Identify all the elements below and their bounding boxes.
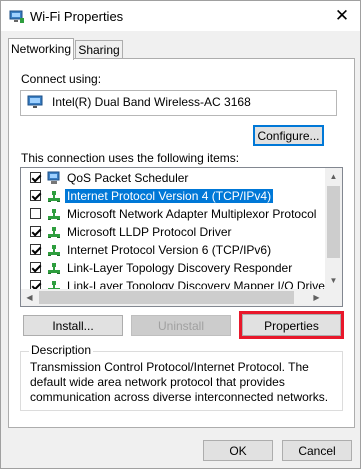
- horizontal-scroll-thumb[interactable]: [39, 291, 294, 304]
- item-label: Link-Layer Topology Discovery Responder: [67, 261, 293, 275]
- ok-button[interactable]: OK: [203, 440, 273, 461]
- list-item[interactable]: Microsoft LLDP Protocol Driver: [21, 223, 323, 241]
- item-checkbox[interactable]: [30, 208, 41, 219]
- protocol-icon: [48, 191, 60, 202]
- list-item[interactable]: QoS Packet Scheduler: [21, 169, 323, 187]
- list-item[interactable]: Internet Protocol Version 6 (TCP/IPv6): [21, 241, 323, 259]
- network-icon: [9, 10, 24, 23]
- qos-icon: [47, 171, 60, 184]
- item-label: Microsoft Network Adapter Multiplexor Pr…: [67, 207, 317, 221]
- item-label: Internet Protocol Version 4 (TCP/IPv4): [63, 188, 275, 204]
- network-adapter-icon: [27, 95, 43, 108]
- window-title: Wi-Fi Properties: [30, 9, 124, 24]
- wifi-properties-dialog: Wi-Fi Properties ✕ Networking Sharing Co…: [0, 0, 361, 469]
- item-checkbox[interactable]: [30, 190, 41, 201]
- description-text: Transmission Control Protocol/Internet P…: [30, 360, 329, 404]
- vertical-scroll-thumb[interactable]: [327, 186, 340, 258]
- protocol-icon: [48, 209, 60, 220]
- cancel-button[interactable]: Cancel: [282, 440, 352, 461]
- item-checkbox[interactable]: [30, 172, 41, 183]
- item-label: Microsoft LLDP Protocol Driver: [67, 225, 232, 239]
- items-label: This connection uses the following items…: [21, 151, 240, 165]
- install-button[interactable]: Install...: [23, 315, 123, 336]
- title-bar: Wi-Fi Properties ✕: [1, 1, 360, 31]
- scroll-up-icon[interactable]: ▲: [325, 168, 342, 185]
- item-label: Internet Protocol Version 6 (TCP/IPv6): [67, 243, 272, 257]
- protocol-icon: [48, 227, 60, 238]
- connect-using-label: Connect using:: [21, 72, 102, 86]
- list-item[interactable]: Link-Layer Topology Discovery Responder: [21, 259, 323, 277]
- item-label: QoS Packet Scheduler: [67, 171, 189, 185]
- list-item[interactable]: Microsoft Network Adapter Multiplexor Pr…: [21, 205, 323, 223]
- uninstall-button[interactable]: Uninstall: [131, 315, 231, 336]
- item-checkbox[interactable]: [30, 244, 41, 255]
- adapter-name: Intel(R) Dual Band Wireless-AC 3168: [52, 95, 251, 109]
- scroll-corner: [325, 289, 342, 306]
- scroll-down-icon[interactable]: ▼: [325, 272, 342, 289]
- vertical-scrollbar[interactable]: ▲ ▼: [325, 168, 342, 289]
- scroll-right-icon[interactable]: ▶: [308, 289, 325, 306]
- scroll-left-icon[interactable]: ◀: [21, 289, 38, 306]
- item-checkbox[interactable]: [30, 226, 41, 237]
- horizontal-scrollbar[interactable]: ◀ ▶: [21, 289, 325, 306]
- properties-highlight-box: [239, 311, 344, 339]
- items-list[interactable]: QoS Packet Scheduler Internet Protocol Ve…: [20, 167, 343, 307]
- description-title: Description: [29, 343, 94, 357]
- protocol-icon: [48, 263, 60, 274]
- item-checkbox[interactable]: [30, 262, 41, 273]
- tab-networking[interactable]: Networking: [8, 38, 74, 60]
- protocol-icon: [48, 245, 60, 256]
- adapter-field: Intel(R) Dual Band Wireless-AC 3168: [20, 90, 337, 116]
- tab-sharing[interactable]: Sharing: [75, 40, 123, 60]
- close-icon[interactable]: ✕: [330, 5, 354, 27]
- list-item[interactable]: Internet Protocol Version 4 (TCP/IPv4): [21, 187, 323, 205]
- configure-button[interactable]: Configure...: [253, 125, 324, 146]
